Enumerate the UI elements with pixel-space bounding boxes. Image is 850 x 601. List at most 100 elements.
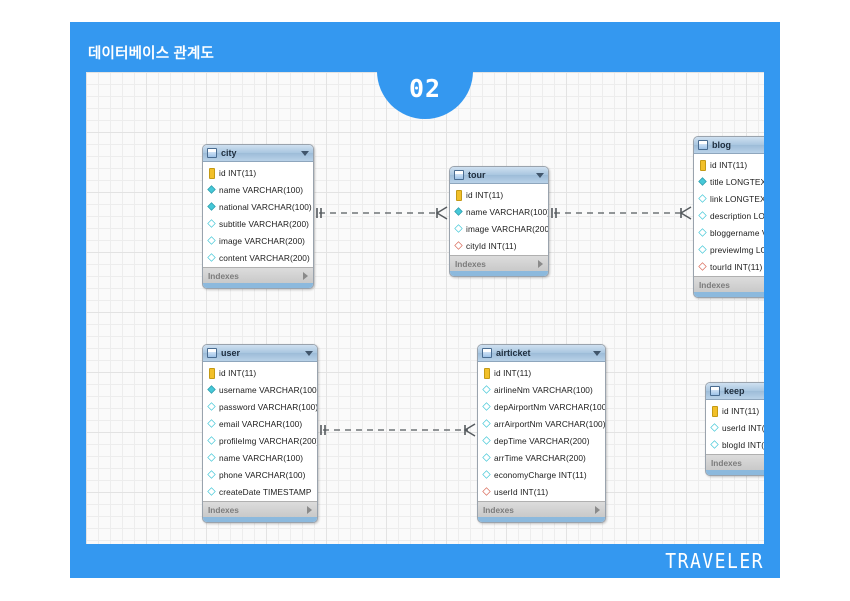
column-row[interactable]: name VARCHAR(100) [450, 203, 548, 220]
indexes-section[interactable]: Indexes [706, 454, 764, 470]
column-row[interactable]: email VARCHAR(100) [203, 415, 317, 432]
column-row[interactable]: phone VARCHAR(100) [203, 466, 317, 483]
column-label: arrTime VARCHAR(200) [494, 452, 586, 463]
column-row[interactable]: image VARCHAR(200) [450, 220, 548, 237]
column-label: national VARCHAR(100) [219, 201, 312, 212]
column-label: createDate TIMESTAMP [219, 486, 312, 497]
column-row[interactable]: bloggername VARCHAR(200) [694, 224, 764, 241]
indexes-section[interactable]: Indexes [478, 501, 605, 517]
column-row[interactable]: title LONGTEXT [694, 173, 764, 190]
chevron-down-icon[interactable] [305, 350, 313, 356]
column-row[interactable]: profileImg VARCHAR(200) [203, 432, 317, 449]
not-null-column-icon [698, 177, 707, 186]
column-label: email VARCHAR(100) [219, 418, 303, 429]
nullable-column-icon [482, 419, 491, 428]
column-row[interactable]: arrAirportNm VARCHAR(100) [478, 415, 605, 432]
column-row[interactable]: cityId INT(11) [450, 237, 548, 254]
column-row[interactable]: tourId INT(11) [694, 258, 764, 275]
column-row[interactable]: depAirportNm VARCHAR(100) [478, 398, 605, 415]
column-row[interactable]: image VARCHAR(200) [203, 232, 313, 249]
primary-key-icon [710, 406, 719, 417]
entity-table-header[interactable]: keep [706, 383, 764, 400]
nullable-column-icon [207, 470, 216, 479]
column-row[interactable]: arrTime VARCHAR(200) [478, 449, 605, 466]
column-row[interactable]: createDate TIMESTAMP [203, 483, 317, 500]
entity-table-city[interactable]: city id INT(11) name VARCHAR(100) national … [202, 144, 314, 289]
column-label: name VARCHAR(100) [219, 452, 304, 463]
column-list: id INT(11) title LONGTEXT link LONGTEXT des… [694, 154, 764, 276]
nullable-column-icon [207, 487, 216, 496]
column-row[interactable]: id INT(11) [203, 364, 317, 381]
chevron-down-icon[interactable] [536, 172, 544, 178]
nullable-column-icon [698, 228, 707, 237]
indexes-label: Indexes [711, 457, 742, 468]
column-row[interactable]: link LONGTEXT [694, 190, 764, 207]
column-row[interactable]: id INT(11) [203, 164, 313, 181]
page-title: 데이터베이스 관계도 [88, 46, 215, 62]
column-row[interactable]: id INT(11) [450, 186, 548, 203]
indexes-section[interactable]: Indexes [203, 267, 313, 283]
indexes-label: Indexes [208, 504, 239, 515]
relationship-user-to-airticket[interactable] [319, 421, 476, 439]
column-row[interactable]: content VARCHAR(200) [203, 249, 313, 266]
expand-right-icon[interactable] [538, 259, 543, 268]
column-row[interactable]: airlineNm VARCHAR(100) [478, 381, 605, 398]
column-row[interactable]: subtitle VARCHAR(200) [203, 215, 313, 232]
slide-number-text: 02 [408, 74, 442, 103]
table-bottom-strip [203, 283, 313, 288]
table-bottom-strip [203, 517, 317, 522]
chevron-down-icon[interactable] [593, 350, 601, 356]
entity-table-header[interactable]: airticket [478, 345, 605, 362]
column-label: id INT(11) [494, 367, 532, 378]
column-row[interactable]: blogId INT(11) [706, 436, 764, 453]
entity-table-keep[interactable]: keep id INT(11) userId INT(11) blogId INT(1… [705, 382, 764, 476]
column-row[interactable]: id INT(11) [706, 402, 764, 419]
column-row[interactable]: password VARCHAR(100) [203, 398, 317, 415]
column-list: id INT(11) username VARCHAR(100) password … [203, 362, 317, 501]
column-row[interactable]: description LONGTEXT [694, 207, 764, 224]
entity-table-name: city [221, 148, 237, 158]
table-icon [698, 140, 708, 150]
column-label: tourId INT(11) [710, 261, 763, 272]
column-row[interactable]: name VARCHAR(100) [203, 181, 313, 198]
column-label: depTime VARCHAR(200) [494, 435, 590, 446]
indexes-section[interactable]: Indexes [694, 276, 764, 292]
column-row[interactable]: id INT(11) [694, 156, 764, 173]
column-row[interactable]: username VARCHAR(100) [203, 381, 317, 398]
entity-table-airticket[interactable]: airticket id INT(11) airlineNm VARCHAR(100… [477, 344, 606, 523]
indexes-section[interactable]: Indexes [203, 501, 317, 517]
entity-table-user[interactable]: user id INT(11) username VARCHAR(100) passw… [202, 344, 318, 523]
column-row[interactable]: userId INT(11) [478, 483, 605, 500]
relationship-city-to-tour[interactable] [315, 204, 448, 222]
column-label: cityId INT(11) [466, 240, 517, 251]
column-row[interactable]: userId INT(11) [706, 419, 764, 436]
column-row[interactable]: id INT(11) [478, 364, 605, 381]
indexes-section[interactable]: Indexes [450, 255, 548, 271]
entity-table-blog[interactable]: blog id INT(11) title LONGTEXT link LONGTEX… [693, 136, 764, 298]
not-null-column-icon [207, 185, 216, 194]
nullable-column-icon [207, 436, 216, 445]
nullable-column-icon [454, 224, 463, 233]
entity-table-header[interactable]: blog [694, 137, 764, 154]
column-label: phone VARCHAR(100) [219, 469, 306, 480]
expand-right-icon[interactable] [595, 505, 600, 514]
column-label: economyCharge INT(11) [494, 469, 587, 480]
expand-right-icon[interactable] [307, 505, 312, 514]
column-row[interactable]: depTime VARCHAR(200) [478, 432, 605, 449]
entity-table-header[interactable]: tour [450, 167, 548, 184]
column-list: id INT(11) name VARCHAR(100) national VARC… [203, 162, 313, 267]
nullable-column-icon [482, 470, 491, 479]
expand-right-icon[interactable] [303, 271, 308, 280]
column-row[interactable]: national VARCHAR(100) [203, 198, 313, 215]
entity-table-header[interactable]: city [203, 145, 313, 162]
entity-table-tour[interactable]: tour id INT(11) name VARCHAR(100) image VAR… [449, 166, 549, 277]
entity-table-header[interactable]: user [203, 345, 317, 362]
er-diagram-canvas[interactable]: 02 city id INT(11) name VARCHAR(100) nation… [86, 72, 764, 544]
column-row[interactable]: economyCharge INT(11) [478, 466, 605, 483]
chevron-down-icon[interactable] [301, 150, 309, 156]
column-row[interactable]: previewImg LONGTEXT [694, 241, 764, 258]
relationship-tour-to-blog[interactable] [550, 204, 692, 222]
column-row[interactable]: name VARCHAR(100) [203, 449, 317, 466]
column-label: userId INT(11) [722, 422, 764, 433]
column-label: airlineNm VARCHAR(100) [494, 384, 593, 395]
